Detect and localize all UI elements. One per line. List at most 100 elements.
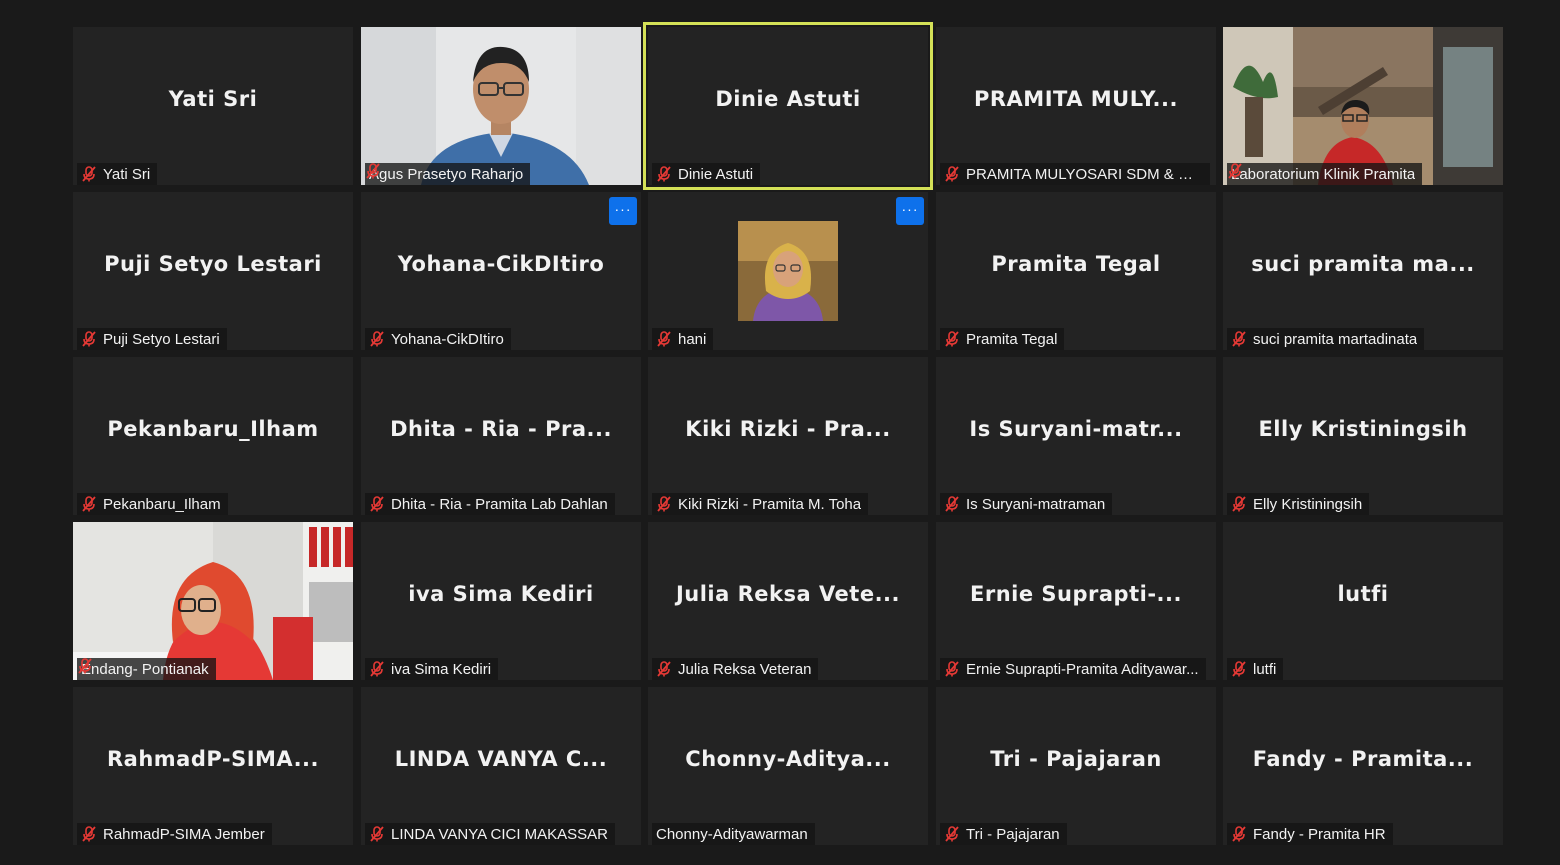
participant-label: Pramita Tegal: [940, 328, 1065, 350]
mic-muted-icon: [370, 826, 384, 842]
mic-muted-icon: [1228, 163, 1242, 179]
participant-name-display: Dinie Astuti: [715, 87, 861, 111]
participant-name-display: Pekanbaru_Ilham: [107, 417, 319, 441]
participant-name-display: Chonny-Aditya...: [685, 747, 891, 771]
participant-label: Chonny-Adityawarman: [652, 823, 815, 845]
mic-muted-icon: [657, 331, 671, 347]
mic-muted-icon: [1232, 661, 1246, 677]
participant-label: suci pramita martadinata: [1227, 328, 1425, 350]
participant-name-display: PRAMITA MULY...: [973, 87, 1178, 111]
participant-tile-pramita-mulyosari[interactable]: PRAMITA MULY... PRAMITA MULYOSARI SDM & …: [936, 27, 1216, 185]
participant-name-display: Kiki Rizki - Pra...: [685, 417, 891, 441]
participant-label-text: Pramita Tegal: [966, 330, 1058, 348]
mic-muted-icon: [657, 496, 671, 512]
participant-label: LINDA VANYA CICI MAKASSAR: [365, 823, 616, 845]
participant-label-text: iva Sima Kediri: [391, 660, 492, 678]
participant-label-text: hani: [678, 330, 707, 348]
participant-label-text: Yati Sri: [103, 165, 151, 183]
mic-muted-icon: [82, 826, 96, 842]
more-options-button[interactable]: ···: [896, 197, 924, 225]
participant-name-display: Tri - Pajajaran: [990, 747, 1162, 771]
participant-label-text: Endang- Pontianak: [81, 660, 209, 678]
participant-label: Ernie Suprapti-Pramita Adityawar...: [940, 658, 1206, 680]
participant-tile-lutfi[interactable]: lutfi lutfi: [1223, 522, 1503, 680]
participant-label-text: Dhita - Ria - Pramita Lab Dahlan: [391, 495, 608, 513]
participant-tile-laboratorium-klinik-pramita[interactable]: Laboratorium Klinik Pramita: [1223, 27, 1503, 185]
participant-label-text: Agus Prasetyo Raharjo: [369, 165, 524, 183]
mic-muted-icon: [657, 661, 671, 677]
mic-muted-icon: [82, 496, 96, 512]
participant-tile-endang-pontianak[interactable]: Endang- Pontianak: [73, 522, 353, 680]
participant-label: Pekanbaru_Ilham: [77, 493, 228, 515]
participant-label-text: PRAMITA MULYOSARI SDM & UM...: [966, 165, 1203, 183]
participant-tile-pramita-tegal[interactable]: Pramita Tegal Pramita Tegal: [936, 192, 1216, 350]
participant-tile-suci-pramita[interactable]: suci pramita ma... suci pramita martadin…: [1223, 192, 1503, 350]
participant-name-display: RahmadP-SIMA...: [106, 747, 320, 771]
participant-tile-iva-sima-kediri[interactable]: iva Sima Kediri iva Sima Kediri: [361, 522, 641, 680]
mic-muted-icon: [1232, 826, 1246, 842]
video-feed-endang: [73, 522, 353, 680]
participant-label-text: Puji Setyo Lestari: [103, 330, 220, 348]
participant-label: RahmadP-SIMA Jember: [77, 823, 272, 845]
participant-label-text: RahmadP-SIMA Jember: [103, 825, 265, 843]
participant-label: PRAMITA MULYOSARI SDM & UM...: [940, 163, 1210, 185]
participant-tile-dinie-astuti-active-speaker[interactable]: Dinie Astuti Dinie Astuti: [643, 22, 933, 190]
participant-label-text: Fandy - Pramita HR: [1253, 825, 1386, 843]
participant-tile-yati-sri[interactable]: Yati Sri Yati Sri: [73, 27, 353, 185]
participant-tile-tri-pajajaran[interactable]: Tri - Pajajaran Tri - Pajajaran: [936, 687, 1216, 845]
participant-tile-puji-setyo-lestari[interactable]: Puji Setyo Lestari Puji Setyo Lestari: [73, 192, 353, 350]
participant-label: Agus Prasetyo Raharjo: [365, 163, 531, 185]
mic-muted-icon: [657, 166, 671, 182]
participant-label: Laboratorium Klinik Pramita: [1227, 163, 1423, 185]
participant-label: hani: [652, 328, 714, 350]
participant-tile-yohana[interactable]: ··· Yohana-CikDItiro Yohana-CikDItiro: [361, 192, 641, 350]
participant-label: lutfi: [1227, 658, 1284, 680]
participant-tile-julia-reksa[interactable]: Julia Reksa Vete... Julia Reksa Veteran: [648, 522, 928, 680]
mic-muted-icon: [366, 163, 380, 179]
participant-tile-chonny[interactable]: Chonny-Aditya... Chonny-Adityawarman: [648, 687, 928, 845]
gallery-grid: Yati Sri Yati Sri Agus Prasetyo Raharjo …: [0, 0, 1560, 865]
participant-label: Dinie Astuti: [652, 163, 761, 185]
participant-label-text: LINDA VANYA CICI MAKASSAR: [391, 825, 609, 843]
participant-label: Puji Setyo Lestari: [77, 328, 227, 350]
participant-tile-agus[interactable]: Agus Prasetyo Raharjo: [361, 27, 641, 185]
participant-tile-is-suryani[interactable]: Is Suryani-matr... Is Suryani-matraman: [936, 357, 1216, 515]
mic-muted-icon: [370, 331, 384, 347]
participant-name-display: suci pramita ma...: [1251, 252, 1475, 276]
participant-tile-elly-kristiningsih[interactable]: Elly Kristiningsih Elly Kristiningsih: [1223, 357, 1503, 515]
participant-name-display: LINDA VANYA C...: [394, 747, 608, 771]
participant-label: Fandy - Pramita HR: [1227, 823, 1393, 845]
participant-label-text: Ernie Suprapti-Pramita Adityawar...: [966, 660, 1199, 678]
profile-photo-hani: [738, 221, 838, 321]
participant-label-text: lutfi: [1253, 660, 1277, 678]
participant-tile-dhita-ria[interactable]: Dhita - Ria - Pra... Dhita - Ria - Prami…: [361, 357, 641, 515]
participant-name-display: lutfi: [1337, 582, 1389, 606]
mic-muted-icon: [78, 658, 92, 674]
more-options-button[interactable]: ···: [609, 197, 637, 225]
participant-tile-ernie-suprapti[interactable]: Ernie Suprapti-... Ernie Suprapti-Pramit…: [936, 522, 1216, 680]
participant-tile-hani[interactable]: ··· hani: [648, 192, 928, 350]
participant-label-text: Julia Reksa Veteran: [678, 660, 812, 678]
participant-label-text: Tri - Pajajaran: [966, 825, 1060, 843]
participant-tile-linda-vanya[interactable]: LINDA VANYA C... LINDA VANYA CICI MAKASS…: [361, 687, 641, 845]
participant-name-display: iva Sima Kediri: [408, 582, 594, 606]
participant-label: Yohana-CikDItiro: [365, 328, 511, 350]
participant-name-display: Julia Reksa Vete...: [675, 582, 901, 606]
participant-tile-pekanbaru-ilham[interactable]: Pekanbaru_Ilham Pekanbaru_Ilham: [73, 357, 353, 515]
participant-label-text: Is Suryani-matraman: [966, 495, 1106, 513]
mic-muted-icon: [945, 496, 959, 512]
video-feed-laboratorium: [1223, 27, 1503, 185]
participant-label: Julia Reksa Veteran: [652, 658, 819, 680]
participant-tile-rahmadp[interactable]: RahmadP-SIMA... RahmadP-SIMA Jember: [73, 687, 353, 845]
participant-label: iva Sima Kediri: [365, 658, 499, 680]
participant-tile-kiki-rizki[interactable]: Kiki Rizki - Pra... Kiki Rizki - Pramita…: [648, 357, 928, 515]
participant-label-text: Laboratorium Klinik Pramita: [1231, 165, 1416, 183]
participant-name-display: Yohana-CikDItiro: [397, 252, 605, 276]
participant-label-text: suci pramita martadinata: [1253, 330, 1418, 348]
participant-name-display: Is Suryani-matr...: [969, 417, 1183, 441]
participant-name-display: Ernie Suprapti-...: [970, 582, 1182, 606]
participant-label: Yati Sri: [77, 163, 158, 185]
video-feed-agus: [361, 27, 641, 185]
mic-muted-icon: [945, 166, 959, 182]
participant-tile-fandy[interactable]: Fandy - Pramita... Fandy - Pramita HR: [1223, 687, 1503, 845]
